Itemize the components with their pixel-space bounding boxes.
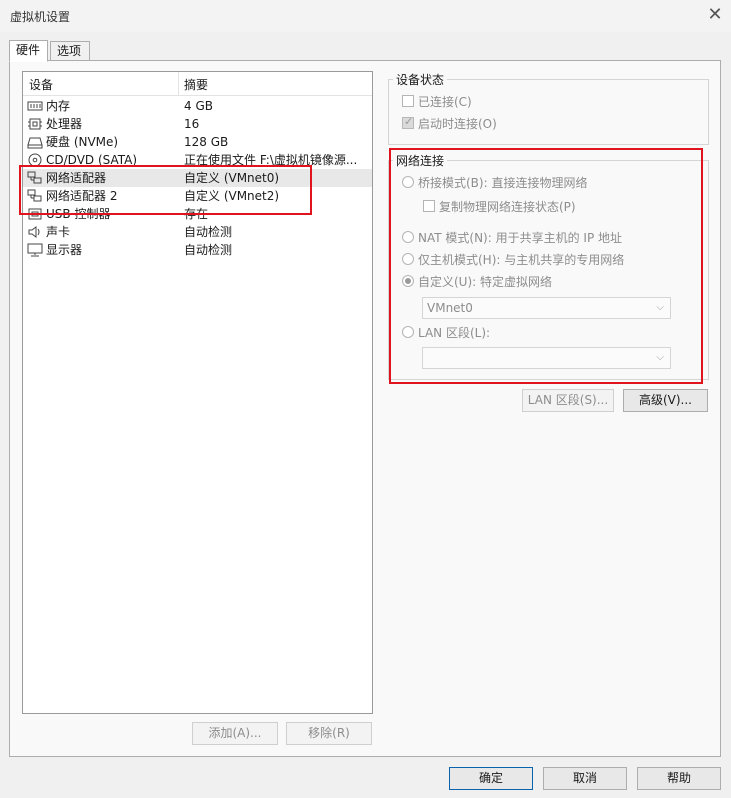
network-adapter-icon <box>27 171 42 184</box>
display-icon <box>27 243 43 257</box>
ok-button[interactable]: 确定 <box>449 767 533 790</box>
device-name: 硬盘 (NVMe) <box>46 135 119 149</box>
close-icon[interactable]: ✕ <box>703 4 727 28</box>
bridged-radio[interactable] <box>402 176 414 188</box>
device-summary: 自定义 (VMnet2) <box>184 189 280 203</box>
device-row-usb[interactable]: USB 控制器 存在 <box>23 205 372 223</box>
device-row-network-adapter[interactable]: 网络适配器 自定义 (VMnet0) <box>23 169 372 187</box>
device-summary: 16 <box>184 117 200 131</box>
window-title: 虚拟机设置 <box>10 10 71 24</box>
device-name: 处理器 <box>46 117 83 131</box>
help-button[interactable]: 帮助 <box>637 767 721 790</box>
lan-segment-radio[interactable] <box>402 326 414 338</box>
device-name: 网络适配器 2 <box>46 189 118 203</box>
device-name: 显示器 <box>46 243 83 257</box>
device-row-display[interactable]: 显示器 自动检测 <box>23 241 372 259</box>
lan-segment-label: LAN 区段(L): <box>418 326 491 340</box>
device-name: USB 控制器 <box>46 207 111 221</box>
tab-options[interactable]: 选项 <box>50 41 90 62</box>
device-status-title: 设备状态 <box>393 71 448 88</box>
column-header-device[interactable]: 设备 <box>23 72 178 96</box>
host-only-radio[interactable] <box>402 253 414 265</box>
custom-label: 自定义(U): 特定虚拟网络 <box>418 275 553 289</box>
custom-radio[interactable] <box>402 275 414 287</box>
device-summary: 正在使用文件 F:\虚拟机镜像源... <box>184 153 358 167</box>
network-connection-title: 网络连接 <box>393 152 448 169</box>
chevron-down-icon: ⌵ <box>656 352 664 363</box>
device-row-cd-dvd[interactable]: CD/DVD (SATA) 正在使用文件 F:\虚拟机镜像源... <box>23 151 372 169</box>
hard-disk-icon <box>27 137 43 149</box>
device-name: CD/DVD (SATA) <box>46 153 138 167</box>
column-header-summary[interactable]: 摘要 <box>179 72 372 96</box>
processor-icon <box>28 118 42 130</box>
cd-dvd-icon <box>28 153 42 167</box>
memory-icon <box>27 101 43 111</box>
device-name: 声卡 <box>46 225 71 239</box>
device-status-group <box>388 79 709 145</box>
title-bar <box>0 0 731 32</box>
connected-checkbox[interactable] <box>402 95 414 107</box>
custom-network-value: VMnet0 <box>427 301 473 315</box>
nat-radio[interactable] <box>402 231 414 243</box>
nat-label: NAT 模式(N): 用于共享主机的 IP 地址 <box>418 231 623 245</box>
device-row-processor[interactable]: 处理器 16 <box>23 115 372 133</box>
remove-button[interactable]: 移除(R) <box>286 722 372 745</box>
connect-at-power-on-label: 启动时连接(O) <box>418 117 497 131</box>
device-summary: 自定义 (VMnet0) <box>184 171 280 185</box>
lan-segments-button[interactable]: LAN 区段(S)... <box>522 389 614 412</box>
tab-hardware[interactable]: 硬件 <box>9 40 48 62</box>
device-row-sound-card[interactable]: 声卡 自动检测 <box>23 223 372 241</box>
connect-at-power-on-checkbox[interactable] <box>402 115 414 129</box>
network-adapter-icon <box>27 189 42 202</box>
advanced-button[interactable]: 高级(V)... <box>623 389 708 412</box>
device-summary: 自动检测 <box>184 225 233 239</box>
replicate-state-label: 复制物理网络连接状态(P) <box>439 200 576 214</box>
sound-card-icon <box>28 226 40 238</box>
device-summary: 存在 <box>184 207 209 221</box>
device-summary: 128 GB <box>184 135 229 149</box>
device-row-network-adapter-2[interactable]: 网络适配器 2 自定义 (VMnet2) <box>23 187 372 205</box>
device-summary: 自动检测 <box>184 243 233 257</box>
add-button[interactable]: 添加(A)... <box>192 722 278 745</box>
device-name: 内存 <box>46 99 71 113</box>
device-row-hard-disk[interactable]: 硬盘 (NVMe) 128 GB <box>23 133 372 151</box>
replicate-state-checkbox[interactable] <box>423 200 435 212</box>
chevron-down-icon: ⌵ <box>656 302 664 313</box>
usb-icon <box>28 208 42 220</box>
bridged-label: 桥接模式(B): 直接连接物理网络 <box>418 176 588 190</box>
device-name: 网络适配器 <box>46 171 107 185</box>
device-summary: 4 GB <box>184 99 213 113</box>
custom-network-select[interactable]: VMnet0 ⌵ <box>422 297 671 319</box>
host-only-label: 仅主机模式(H): 与主机共享的专用网络 <box>418 253 625 267</box>
cancel-button[interactable]: 取消 <box>543 767 627 790</box>
connected-label: 已连接(C) <box>418 95 472 109</box>
device-list[interactable]: 设备 摘要 内存 4 GB 处理器 16 硬盘 (NVMe) 128 GB CD… <box>22 71 373 714</box>
lan-segment-select[interactable]: ⌵ <box>422 347 671 369</box>
device-row-memory[interactable]: 内存 4 GB <box>23 97 372 115</box>
